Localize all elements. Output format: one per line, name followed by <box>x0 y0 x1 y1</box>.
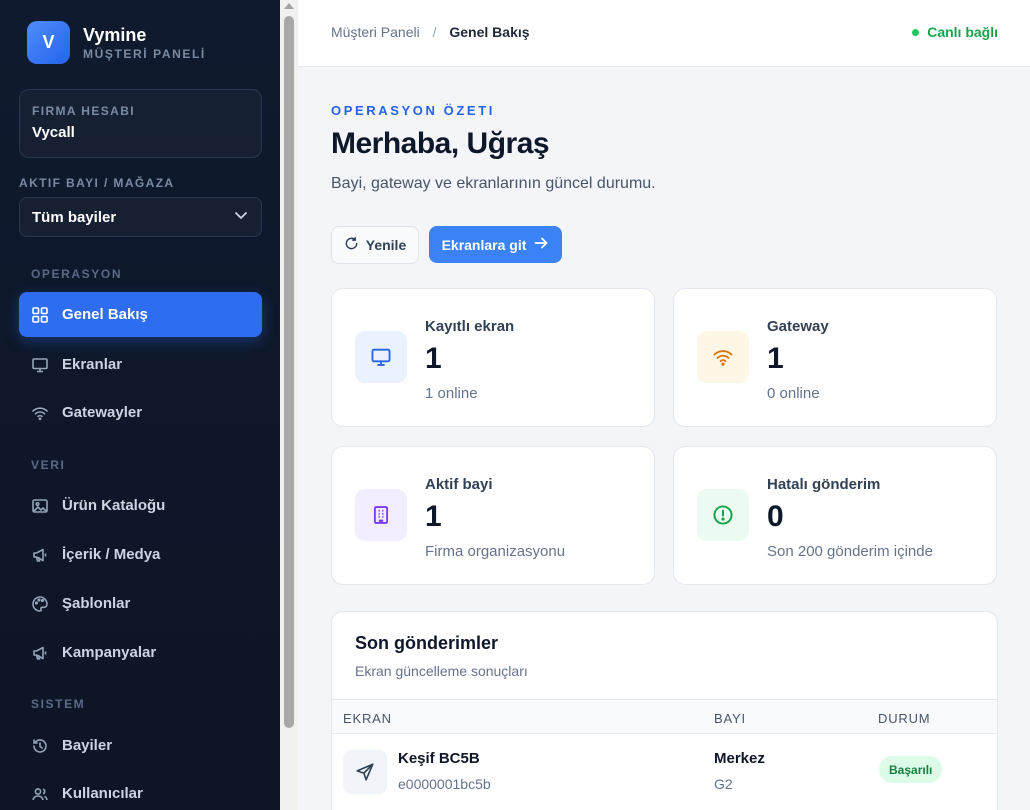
company-account-value: Vycall <box>32 124 75 141</box>
send-icon <box>343 750 387 794</box>
status-dot-icon <box>912 28 920 36</box>
monitor-icon <box>31 356 49 374</box>
page-subtitle: Bayi, gateway ve ekranlarının güncel dur… <box>331 175 656 192</box>
users-icon <box>31 785 49 803</box>
sidebar: V Vymine MÜŞTERİ PANELİ FIRMA HESABI Vyc… <box>0 0 280 810</box>
breadcrumb-separator: / <box>432 24 437 40</box>
recent-sends-title: Son gönderimler <box>355 633 499 653</box>
active-dealer-select[interactable]: Tüm bayiler <box>19 197 262 237</box>
column-header-dealer[interactable]: BAYI <box>714 711 746 726</box>
section-title-operasyon: OPERASYON <box>31 267 123 281</box>
sidebar-item-label: Ürün Kataloğu <box>62 497 166 514</box>
main-content: Müşteri Paneli / Genel Bakış Canlı bağlı… <box>298 0 1030 810</box>
sidebar-item-campaigns[interactable]: Kampanyalar <box>19 630 262 675</box>
stat-label: Hatalı gönderim <box>767 476 881 493</box>
sidebar-item-label: Kampanyalar <box>62 644 157 661</box>
breadcrumb: Müşteri Paneli / Genel Bakış <box>331 24 530 40</box>
dealer-name: Merkez <box>714 750 765 767</box>
megaphone-icon <box>31 546 49 564</box>
brand-subtitle: MÜŞTERİ PANELİ <box>83 47 206 61</box>
go-to-screens-button[interactable]: Ekranlara git <box>429 226 562 263</box>
refresh-icon <box>344 236 359 254</box>
stat-value: 1 <box>425 500 442 533</box>
sidebar-item-label: Ekranlar <box>62 356 123 373</box>
stat-label: Aktif bayi <box>425 476 493 493</box>
sidebar-item-templates[interactable]: Şablonlar <box>19 581 262 626</box>
screen-id: e0000001bc5b <box>398 776 491 792</box>
scroll-thumb[interactable] <box>284 16 294 728</box>
brand-name: Vymine <box>83 25 147 45</box>
refresh-button-label: Yenile <box>365 237 407 253</box>
history-icon <box>31 737 49 755</box>
sidebar-item-dealers[interactable]: Bayiler <box>19 723 262 768</box>
wifi-icon <box>697 331 749 383</box>
section-title-sistem: SISTEM <box>31 697 86 711</box>
wifi-icon <box>31 404 49 422</box>
table-header: EKRAN BAYI DURUM <box>332 699 997 734</box>
alert-circle-icon <box>697 489 749 541</box>
sidebar-item-label: Genel Bakış <box>62 306 148 323</box>
arrow-right-icon <box>533 235 549 254</box>
megaphone-icon <box>31 644 49 662</box>
stat-subtext: Firma organizasyonu <box>425 543 566 560</box>
chevron-down-icon <box>233 207 249 227</box>
page-title: Merhaba, Uğraş <box>331 127 550 160</box>
breadcrumb-current: Genel Bakış <box>449 24 530 40</box>
sidebar-item-label: Gatewayler <box>62 404 143 421</box>
active-dealer-value: Tüm bayiler <box>32 208 117 226</box>
sidebar-item-label: Şablonlar <box>62 595 131 612</box>
active-dealer-label: AKTIF BAYI / MAĞAZA <box>19 176 175 190</box>
company-account-card: FIRMA HESABI Vycall <box>19 89 262 158</box>
section-title-veri: VERI <box>31 458 66 472</box>
live-status-label: Canlı bağlı <box>927 24 998 40</box>
sidebar-item-label: İçerik / Medya <box>62 546 161 563</box>
stat-value: 1 <box>767 342 784 375</box>
refresh-button[interactable]: Yenile <box>331 226 419 264</box>
sidebar-item-gateways[interactable]: Gatewayler <box>19 390 262 435</box>
stat-card-screens: Kayıtlı ekran 1 1 online <box>331 288 655 427</box>
sidebar-scrollbar[interactable] <box>280 0 298 810</box>
sidebar-item-label: Bayiler <box>62 737 113 754</box>
sidebar-item-product-catalog[interactable]: Ürün Kataloğu <box>19 483 262 528</box>
grid-icon <box>31 306 49 324</box>
scroll-up-arrow-icon[interactable] <box>284 3 294 9</box>
building-icon <box>355 489 407 541</box>
go-to-screens-label: Ekranlara git <box>441 236 527 253</box>
column-header-screen[interactable]: EKRAN <box>343 711 392 726</box>
recent-sends-card: Son gönderimler Ekran güncelleme sonuçla… <box>331 611 998 810</box>
brand-logo: V <box>27 21 70 64</box>
palette-icon <box>31 595 49 613</box>
company-account-label: FIRMA HESABI <box>32 104 136 118</box>
monitor-icon <box>355 331 407 383</box>
sidebar-item-screens[interactable]: Ekranlar <box>19 342 262 387</box>
stat-label: Kayıtlı ekran <box>425 318 515 335</box>
screen-name: Keşif BC5B <box>398 750 480 767</box>
sidebar-item-label: Kullanıcılar <box>62 785 143 802</box>
sidebar-item-users[interactable]: Kullanıcılar <box>19 771 262 810</box>
breadcrumb-root[interactable]: Müşteri Paneli <box>331 24 420 40</box>
stat-subtext: 0 online <box>767 385 820 402</box>
stat-label: Gateway <box>767 318 829 335</box>
stat-subtext: Son 200 gönderim içinde <box>767 543 933 560</box>
live-status: Canlı bağlı <box>912 24 998 40</box>
stat-card-failed-sends: Hatalı gönderim 0 Son 200 gönderim içind… <box>673 446 997 585</box>
dealer-code: G2 <box>714 776 733 792</box>
image-icon <box>31 497 49 515</box>
stat-value: 1 <box>425 342 442 375</box>
stat-card-active-dealers: Aktif bayi 1 Firma organizasyonu <box>331 446 655 585</box>
status-badge: Başarılı <box>879 756 943 783</box>
sidebar-item-overview[interactable]: Genel Bakış <box>19 292 262 337</box>
brand[interactable]: V Vymine MÜŞTERİ PANELİ <box>27 21 206 64</box>
stat-card-gateway: Gateway 1 0 online <box>673 288 997 427</box>
topbar: Müşteri Paneli / Genel Bakış Canlı bağlı <box>298 0 1030 67</box>
stat-subtext: 1 online <box>425 385 478 402</box>
stat-value: 0 <box>767 500 784 533</box>
recent-sends-subtitle: Ekran güncelleme sonuçları <box>355 663 528 679</box>
sidebar-item-content-media[interactable]: İçerik / Medya <box>19 532 262 577</box>
column-header-status[interactable]: DURUM <box>878 711 930 726</box>
section-eyebrow: OPERASYON ÖZETI <box>331 103 495 118</box>
